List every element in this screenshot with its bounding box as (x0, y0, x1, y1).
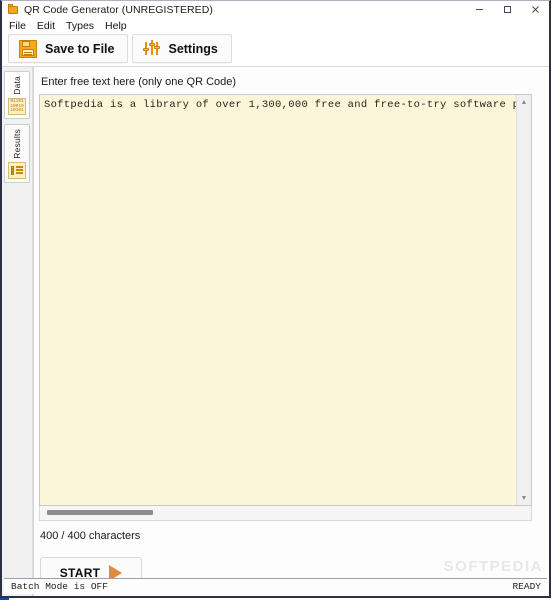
softpedia-watermark: SOFTPEDIA (443, 558, 543, 575)
binary-code-icon: 01101 10010 10101 (8, 97, 26, 115)
status-bar-left-text: Batch Mode is OFF (11, 581, 108, 592)
free-text-editor[interactable]: Softpedia is a library of over 1,300,000… (39, 94, 532, 506)
settings-button[interactable]: Settings (132, 34, 232, 63)
editor-horizontal-scrollbar[interactable] (39, 506, 532, 521)
application-window: QR Code Generator (UNREGISTERED) File Ed… (0, 0, 551, 598)
character-counter: 400 / 400 characters (40, 530, 141, 542)
body-area: Data 01101 10010 10101 Results Enter free … (2, 67, 549, 596)
status-bar: Batch Mode is OFF READY (4, 578, 547, 594)
free-text-editor-value[interactable]: Softpedia is a library of over 1,300,000… (40, 95, 516, 505)
window-title: QR Code Generator (UNREGISTERED) (24, 3, 213, 16)
list-bullets-icon (8, 161, 26, 179)
window-controls (465, 1, 549, 18)
title-bar: QR Code Generator (UNREGISTERED) (2, 1, 549, 18)
menu-item-file[interactable]: File (9, 20, 32, 32)
settings-label: Settings (168, 41, 218, 56)
sidebar-tab-data[interactable]: Data 01101 10010 10101 (4, 71, 30, 119)
scroll-down-arrow-icon[interactable]: ▼ (517, 491, 532, 505)
content-panel: Enter free text here (only one QR Code) … (33, 67, 549, 596)
sliders-icon (143, 40, 161, 57)
minimize-icon[interactable] (465, 1, 493, 18)
sidebar-tab-results[interactable]: Results (4, 123, 30, 183)
menu-bar: File Edit Types Help (2, 18, 549, 33)
editor-horizontal-scrollbar-thumb[interactable] (47, 510, 153, 515)
menu-item-edit[interactable]: Edit (37, 20, 61, 32)
scroll-up-arrow-icon[interactable]: ▲ (517, 95, 532, 109)
editor-vertical-scrollbar[interactable]: ▲ ▼ (516, 95, 531, 505)
close-icon[interactable] (521, 1, 549, 18)
floppy-disk-icon (19, 39, 37, 58)
vertical-tab-strip: Data 01101 10010 10101 Results (2, 67, 33, 596)
menu-item-types[interactable]: Types (66, 20, 100, 32)
save-to-file-label: Save to File (45, 41, 115, 56)
toolbar: Save to File Settings (2, 33, 549, 67)
maximize-icon[interactable] (493, 1, 521, 18)
status-bar-right-text: READY (512, 581, 541, 592)
save-to-file-button[interactable]: Save to File (8, 34, 129, 63)
menu-item-help[interactable]: Help (105, 20, 133, 32)
sidebar-tab-results-label: Results (12, 128, 22, 159)
sidebar-tab-data-label: Data (12, 76, 22, 95)
app-icon (8, 4, 19, 15)
free-text-field-label: Enter free text here (only one QR Code) (41, 76, 237, 88)
